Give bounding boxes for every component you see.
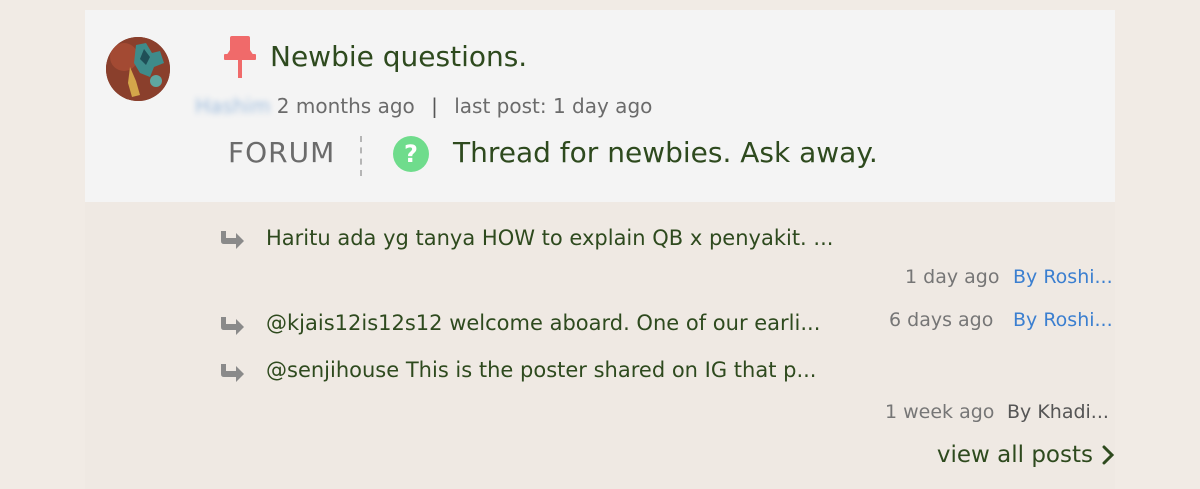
thread-card: Newbie questions. Hashim 2 months ago | … (85, 10, 1115, 489)
reply-arrow-icon (221, 317, 244, 335)
forum-description: Thread for newbies. Ask away. (453, 136, 878, 169)
thread-author[interactable]: Hashim (195, 94, 270, 118)
view-all-label: view all posts (936, 442, 1093, 468)
pushpin-icon (224, 36, 256, 78)
reply-arrow-icon (221, 364, 244, 382)
help-icon: ? (393, 136, 429, 172)
divider (360, 136, 362, 176)
chevron-right-icon (1102, 445, 1115, 465)
forum-label: FORUM (228, 136, 336, 169)
thread-created: 2 months ago (276, 94, 415, 118)
post-preview[interactable]: @senjihouse This is the poster shared on… (266, 358, 816, 382)
view-all-posts-link[interactable]: view all posts (937, 442, 1115, 468)
post-author[interactable]: By Roshi... (1013, 266, 1113, 288)
post-author[interactable]: By Khadi... (1007, 401, 1109, 423)
post-preview[interactable]: Haritu ada yg tanya HOW to explain QB x … (266, 226, 833, 250)
avatar[interactable] (106, 37, 170, 101)
thread-title[interactable]: Newbie questions. (270, 40, 527, 73)
thread-header: Newbie questions. Hashim 2 months ago | … (85, 10, 1115, 202)
meta-separator: | (431, 94, 438, 118)
page-margin-left (0, 0, 85, 489)
post-time: 6 days ago (889, 309, 994, 331)
reply-arrow-icon (221, 231, 244, 249)
post-time: 1 week ago (885, 401, 995, 423)
post-preview[interactable]: @kjais12is12s12 welcome aboard. One of o… (266, 311, 820, 335)
thread-meta: Hashim 2 months ago | last post: 1 day a… (195, 94, 652, 120)
post-time: 1 day ago (905, 266, 1000, 288)
post-author[interactable]: By Roshi... (1013, 309, 1113, 331)
thread-last-post: last post: 1 day ago (454, 94, 653, 118)
page-margin-right (1115, 0, 1200, 489)
